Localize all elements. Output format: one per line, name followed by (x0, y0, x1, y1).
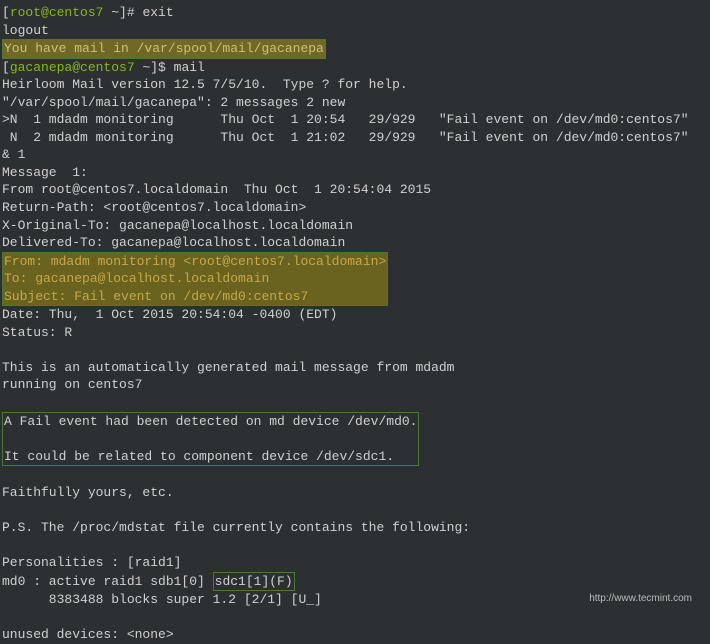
logout-line: logout (2, 22, 708, 40)
mailbox-status: "/var/spool/mail/gacanepa": 2 messages 2… (2, 94, 708, 112)
watermark: http://www.tecmint.com (589, 592, 692, 606)
fail-event-line2: It could be related to component device … (4, 448, 417, 466)
blank-line (2, 501, 708, 519)
return-path: Return-Path: <root@centos7.localdomain> (2, 199, 708, 217)
mail-item-2: N 2 mdadm monitoring Thu Oct 1 21:02 29/… (2, 129, 708, 147)
prompt-line-root: [root@centos7 ~]# exit (2, 4, 708, 22)
blank-line (4, 430, 417, 448)
unused-devices: unused devices: <none> (2, 626, 708, 644)
ps-line: P.S. The /proc/mdstat file currently con… (2, 519, 708, 537)
mdstat-line: md0 : active raid1 sdb1[0] sdc1[1](F) (2, 572, 708, 592)
terminal-output: [root@centos7 ~]# exit logout You have m… (2, 4, 708, 644)
status-header: Status: R (2, 324, 708, 342)
personalities-line: Personalities : [raid1] (2, 554, 708, 572)
mail-notice: You have mail in /var/spool/mail/gacanep… (2, 39, 708, 59)
fail-event-line1: A Fail event had been detected on md dev… (4, 413, 417, 431)
auto-msg-line1: This is an automatically generated mail … (2, 359, 708, 377)
auto-msg-line2: running on centos7 (2, 376, 708, 394)
mail-version: Heirloom Mail version 12.5 7/5/10. Type … (2, 76, 708, 94)
blank-line (2, 609, 708, 627)
mail-item-1: >N 1 mdadm monitoring Thu Oct 1 20:54 29… (2, 111, 708, 129)
blank-line (2, 394, 708, 412)
failed-device-box: sdc1[1](F) (213, 572, 295, 592)
delivered-to: Delivered-To: gacanepa@localhost.localdo… (2, 234, 708, 252)
message-header: Message 1: (2, 164, 708, 182)
x-original-to: X-Original-To: gacanepa@localhost.locald… (2, 217, 708, 235)
blank-line (2, 466, 708, 484)
prompt-line-user: [gacanepa@centos7 ~]$ mail (2, 59, 708, 77)
signoff: Faithfully yours, etc. (2, 484, 708, 502)
subject-header: Subject: Fail event on /dev/md0:centos7 (4, 288, 386, 306)
to-header: To: gacanepa@localhost.localdomain (4, 270, 386, 288)
fail-event-box: A Fail event had been detected on md dev… (2, 412, 419, 467)
blank-line (2, 341, 708, 359)
from-line: From root@centos7.localdomain Thu Oct 1 … (2, 181, 708, 199)
mail-select: & 1 (2, 146, 708, 164)
mail-headers-box: From: mdadm monitoring <root@centos7.loc… (2, 252, 388, 307)
date-header: Date: Thu, 1 Oct 2015 20:54:04 -0400 (ED… (2, 306, 708, 324)
blank-line (2, 536, 708, 554)
from-header: From: mdadm monitoring <root@centos7.loc… (4, 253, 386, 271)
